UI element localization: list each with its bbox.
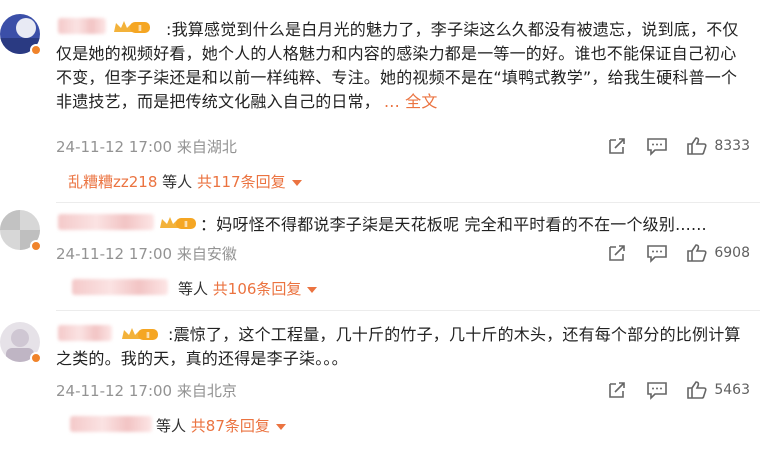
- like-count: 8333: [714, 138, 750, 154]
- username-redacted[interactable]: [58, 214, 154, 230]
- comment-icon[interactable]: [646, 380, 668, 400]
- chevron-down-icon: [275, 423, 286, 430]
- share-icon[interactable]: [606, 380, 628, 400]
- comment-icon[interactable]: [646, 243, 668, 263]
- reply-username-redacted[interactable]: [70, 416, 152, 432]
- reply-total[interactable]: 共87条回复: [191, 417, 270, 435]
- verified-badge-icon: [30, 240, 42, 252]
- reply-suffix: 等人: [157, 173, 197, 191]
- comment-text: :震惊了，这个工程量，几十斤的竹子，几十斤的木头，还有每个部分的比例计算之类的。…: [56, 323, 746, 371]
- divider: [56, 310, 760, 311]
- svg-text:Ⅱ: Ⅱ: [184, 220, 188, 229]
- reply-summary[interactable]: 等人 共106条回复: [178, 278, 318, 299]
- reply-suffix: 等人: [156, 417, 191, 435]
- reply-total[interactable]: 共106条回复: [213, 280, 302, 298]
- share-icon[interactable]: [606, 136, 628, 156]
- comment-timestamp: 24-11-12 17:00 来自湖北: [56, 138, 237, 156]
- comment-text: :我算感觉到什么是白月光的魅力了，李子柒这么久都没有被遗忘，说到底，不仅仅是她的…: [56, 18, 746, 114]
- vip-crown-badge-icon: Ⅱ: [160, 217, 196, 229]
- verified-badge-icon: [30, 44, 42, 56]
- comment-body: :震惊了，这个工程量，几十斤的竹子，几十斤的木头，还有每个部分的比例计算之类的。…: [56, 325, 741, 368]
- reply-suffix: 等人: [178, 280, 213, 298]
- reply-total[interactable]: 共117条回复: [197, 173, 286, 191]
- like-count: 6908: [714, 245, 750, 261]
- thumbs-up-icon[interactable]: [686, 136, 708, 156]
- reply-summary[interactable]: 乱糟糟zz218 等人 共117条回复: [68, 171, 302, 192]
- comment-actions: 6908: [588, 243, 750, 263]
- verified-badge-icon: [30, 352, 42, 364]
- chevron-down-icon: [307, 286, 318, 293]
- share-icon[interactable]: [606, 243, 628, 263]
- read-more-link[interactable]: ... 全文: [384, 92, 438, 111]
- chevron-down-icon: [291, 179, 302, 186]
- comment-timestamp: 24-11-12 17:00 来自安徽: [56, 245, 237, 263]
- comment-body: ：妈呀怪不得都说李子柒是天花板呢 完全和平时看的不在一个级别......: [200, 215, 707, 234]
- comment-actions: 8333: [588, 136, 750, 156]
- reply-username-redacted[interactable]: [72, 279, 168, 295]
- comment-actions: 5463: [588, 380, 750, 400]
- thumbs-up-icon[interactable]: [686, 380, 708, 400]
- thumbs-up-icon[interactable]: [686, 243, 708, 263]
- comment-icon[interactable]: [646, 136, 668, 156]
- comment-timestamp: 24-11-12 17:00 来自北京: [56, 382, 237, 400]
- like-count: 5463: [714, 382, 750, 398]
- divider: [56, 202, 760, 203]
- reply-username[interactable]: 乱糟糟zz218: [68, 173, 157, 191]
- reply-summary[interactable]: 等人 共87条回复: [156, 415, 286, 436]
- comment-text: ：妈呀怪不得都说李子柒是天花板呢 完全和平时看的不在一个级别......: [200, 213, 746, 237]
